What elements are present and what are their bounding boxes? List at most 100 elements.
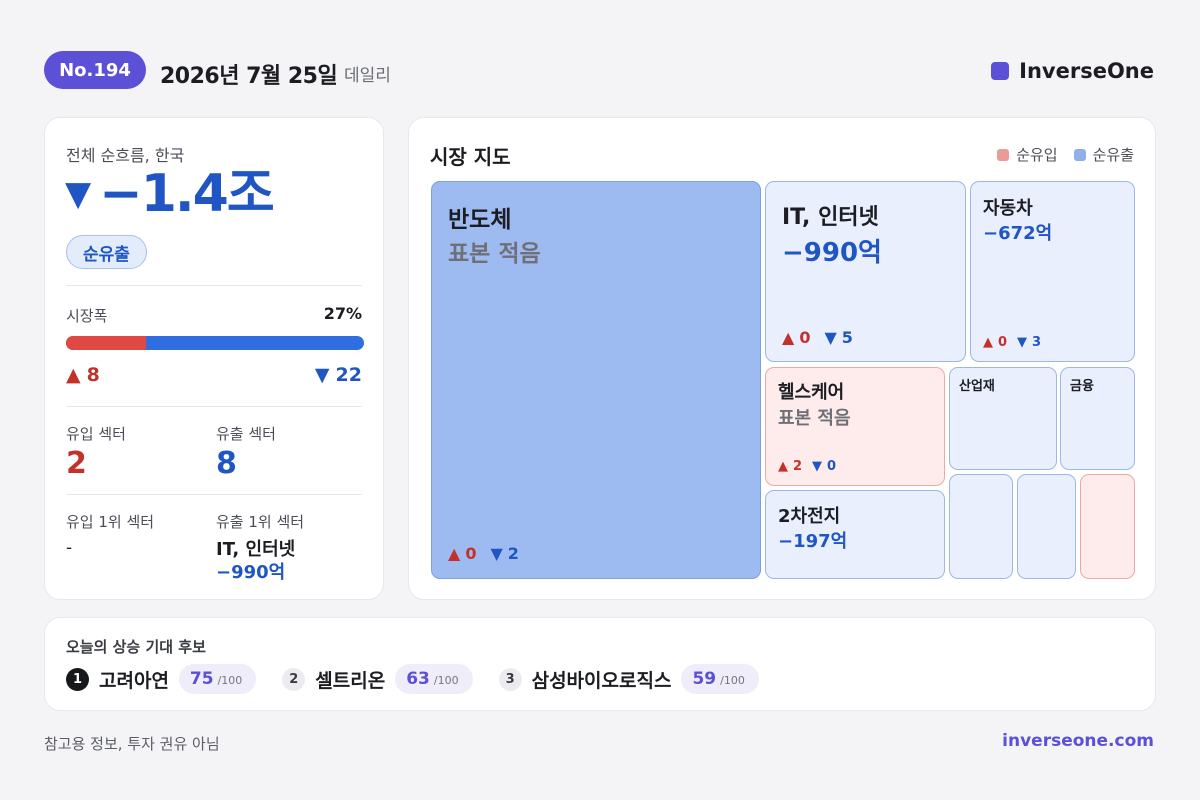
down-triangle-icon: ▼ bbox=[490, 544, 503, 563]
up-triangle-icon: ▲ bbox=[778, 459, 788, 474]
outflow-swatch-icon bbox=[1073, 148, 1086, 161]
sector-tile-unlabeled[interactable] bbox=[1080, 474, 1135, 579]
decliners-number: 22 bbox=[335, 364, 362, 386]
sector-down-count: 3 bbox=[1032, 335, 1042, 350]
report-frequency: 데일리 bbox=[344, 66, 391, 86]
sector-tile-unlabeled[interactable] bbox=[1017, 474, 1076, 579]
up-triangle-icon: ▲ bbox=[448, 544, 461, 563]
rank-badge: 3 bbox=[498, 667, 522, 691]
sector-counts: ▲ 2 ▼ 0 bbox=[778, 459, 836, 474]
sector-name: 자동차 bbox=[983, 198, 1033, 219]
legend-inflow: 순유입 bbox=[997, 144, 1058, 165]
sector-flow: 표본 적음 bbox=[448, 241, 541, 267]
sector-name: 헬스케어 bbox=[778, 382, 845, 403]
sector-tile-secondary-battery[interactable]: 2차전지 −197억 bbox=[765, 490, 945, 579]
decliners-count: ▼ 22 bbox=[315, 364, 362, 386]
candidate-item[interactable]: 2 셀트리온 63 /100 bbox=[282, 664, 473, 694]
sector-name: 반도체 bbox=[448, 207, 512, 233]
top-outflow-label: 유출 1위 섹터 bbox=[216, 513, 305, 531]
legend-inflow-label: 순유입 bbox=[1016, 146, 1058, 164]
candidate-name: 고려아연 bbox=[99, 669, 169, 692]
disclaimer: 참고용 정보, 투자 권유 아님 bbox=[44, 735, 220, 753]
inflow-sectors-count: 2 bbox=[66, 446, 87, 481]
sector-up-count: 2 bbox=[793, 459, 803, 474]
divider bbox=[66, 494, 362, 495]
market-map-title: 시장 지도 bbox=[430, 145, 511, 169]
net-flow-value: ▼ −1.4조 bbox=[65, 164, 275, 224]
candidate-item[interactable]: 1 고려아연 75 /100 bbox=[66, 664, 257, 694]
sector-tile-it-internet[interactable]: IT, 인터넷 −990억 ▲ 0 ▼ 5 bbox=[765, 181, 966, 362]
sector-up-count: 0 bbox=[799, 328, 811, 347]
up-triangle-icon: ▲ bbox=[983, 335, 993, 350]
sector-tile-healthcare[interactable]: 헬스케어 표본 적음 ▲ 2 ▼ 0 bbox=[765, 367, 945, 486]
net-flow-amount: −1.4조 bbox=[99, 164, 275, 224]
outflow-sectors-count: 8 bbox=[216, 446, 237, 481]
candidates-list: 1 고려아연 75 /100 2 셀트리온 63 /100 3 삼성바이오로직스… bbox=[66, 664, 785, 694]
brand-square-icon bbox=[991, 62, 1010, 80]
inflow-swatch-icon bbox=[997, 148, 1010, 161]
sector-tile-semiconductor[interactable]: 반도체 표본 적음 ▲ 0 ▼ 2 bbox=[431, 181, 761, 579]
score-value: 63 bbox=[406, 669, 430, 689]
sector-name: IT, 인터넷 bbox=[782, 205, 879, 230]
sector-tile-unlabeled[interactable] bbox=[949, 474, 1013, 579]
top-outflow-amount: −990억 bbox=[216, 562, 286, 583]
legend-outflow: 순유출 bbox=[1073, 144, 1134, 165]
score-max: /100 bbox=[433, 674, 459, 687]
site-link[interactable]: inverseone.com bbox=[1002, 731, 1154, 751]
direction-badge: 순유출 bbox=[66, 235, 147, 269]
top-inflow-label: 유입 1위 섹터 bbox=[66, 513, 155, 531]
breadth-bar-advancers bbox=[66, 336, 147, 350]
down-triangle-icon: ▼ bbox=[314, 364, 330, 386]
advancers-number: 8 bbox=[86, 364, 100, 386]
net-flow-summary-card: 전체 순흐름, 한국 ▼ −1.4조 순유출 시장폭 27% ▲ 8 ▼ 22 … bbox=[44, 117, 384, 600]
divider bbox=[66, 285, 362, 286]
sector-flow: −990억 bbox=[782, 238, 882, 268]
top-inflow-value: - bbox=[66, 538, 73, 558]
sector-flow: 표본 적음 bbox=[778, 408, 851, 429]
advancers-count: ▲ 8 bbox=[66, 364, 100, 386]
sector-down-count: 2 bbox=[507, 544, 519, 563]
score-value: 75 bbox=[189, 669, 214, 689]
candidate-name: 셀트리온 bbox=[315, 669, 386, 692]
candidates-title: 오늘의 상승 기대 후보 bbox=[66, 638, 206, 656]
up-triangle-icon: ▲ bbox=[782, 328, 795, 347]
legend-outflow-label: 순유출 bbox=[1092, 146, 1134, 164]
rank-badge: 2 bbox=[282, 667, 306, 691]
sector-name: 2차전지 bbox=[778, 506, 841, 527]
issue-badge: No.194 bbox=[44, 51, 146, 89]
sector-counts: ▲ 0 ▼ 5 bbox=[782, 328, 853, 347]
brand-logo[interactable]: InverseOne bbox=[991, 59, 1154, 83]
sector-down-count: 5 bbox=[841, 328, 853, 347]
sector-tile-automotive[interactable]: 자동차 −672억 ▲ 0 ▼ 3 bbox=[970, 181, 1135, 362]
down-triangle-icon: ▼ bbox=[824, 328, 837, 347]
sector-counts: ▲ 0 ▼ 3 bbox=[983, 335, 1041, 350]
sector-name: 산업재 bbox=[959, 379, 995, 394]
score-value: 59 bbox=[692, 669, 717, 689]
sector-tile-financials[interactable]: 금융 bbox=[1060, 367, 1135, 470]
down-triangle-icon: ▼ bbox=[1017, 335, 1028, 350]
candidate-score: 63 /100 bbox=[395, 664, 473, 694]
divider bbox=[66, 406, 362, 407]
sector-up-count: 0 bbox=[998, 335, 1008, 350]
candidate-score: 75 /100 bbox=[178, 664, 257, 694]
sector-counts: ▲ 0 ▼ 2 bbox=[448, 544, 519, 563]
down-triangle-icon: ▼ bbox=[812, 459, 823, 474]
score-max: /100 bbox=[217, 674, 243, 687]
sector-name: 금융 bbox=[1070, 379, 1094, 394]
candidate-name: 삼성바이오로직스 bbox=[531, 669, 672, 692]
sector-up-count: 0 bbox=[465, 544, 477, 563]
report-date: 2026년 7월 25일 bbox=[160, 64, 338, 89]
sector-flow: −672억 bbox=[983, 223, 1053, 244]
breadth-bar bbox=[66, 336, 364, 350]
sector-flow: −197억 bbox=[778, 531, 848, 552]
market-map-legend: 순유입 순유출 bbox=[997, 144, 1134, 165]
sector-tile-industrials[interactable]: 산업재 bbox=[949, 367, 1057, 470]
rank-badge: 1 bbox=[66, 667, 89, 691]
candidate-score: 59 /100 bbox=[681, 664, 759, 694]
candidate-item[interactable]: 3 삼성바이오로직스 59 /100 bbox=[498, 664, 759, 694]
score-max: /100 bbox=[720, 674, 745, 687]
breadth-label: 시장폭 bbox=[66, 307, 108, 325]
breadth-percent: 27% bbox=[323, 304, 362, 323]
brand-name: InverseOne bbox=[1019, 59, 1154, 83]
down-triangle-icon: ▼ bbox=[65, 174, 92, 214]
